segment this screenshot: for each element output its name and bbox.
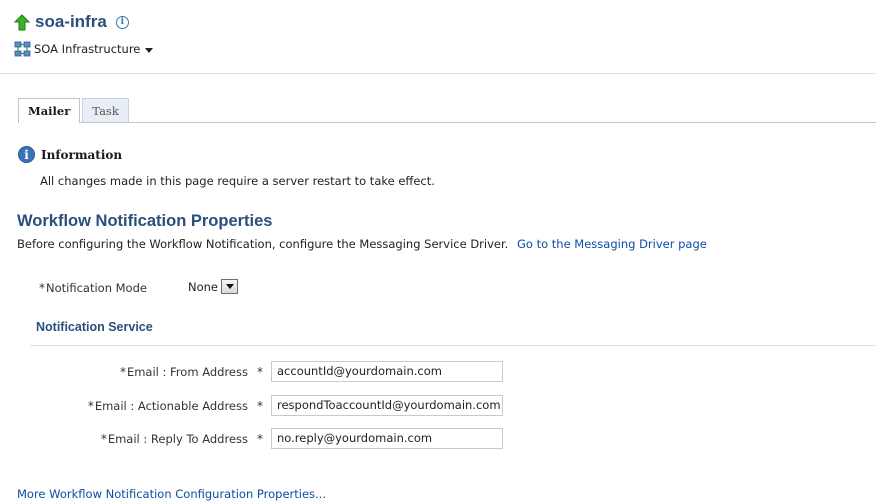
field-marker: * — [257, 364, 263, 379]
information-title: Information — [41, 147, 123, 162]
information-box: i Information — [18, 146, 122, 163]
from-address-label-text: Email : From Address — [126, 364, 248, 379]
notification-service-divider — [30, 345, 876, 346]
notification-mode-label: *Notification Mode — [39, 281, 147, 295]
page-header: soa-infra i — [14, 12, 129, 32]
field-marker: * — [257, 398, 263, 413]
from-address-input[interactable]: accountId@yourdomain.com — [271, 361, 503, 382]
information-message: All changes made in this page require a … — [40, 174, 435, 188]
reply-to-address-label-text: Email : Reply To Address — [107, 431, 248, 446]
reply-to-address-label: *Email : Reply To Address — [18, 432, 248, 446]
notification-mode-label-text: Notification Mode — [46, 281, 147, 295]
required-marker: * — [39, 281, 45, 295]
required-marker: * — [100, 431, 107, 446]
description-text: Before configuring the Workflow Notifica… — [17, 237, 509, 251]
required-marker: * — [119, 364, 126, 379]
notification-mode-select[interactable]: None — [188, 279, 239, 294]
more-properties-link[interactable]: More Workflow Notification Configuration… — [17, 487, 326, 501]
section-description: Before configuring the Workflow Notifica… — [17, 237, 707, 251]
information-icon: i — [18, 146, 35, 163]
dropdown-button[interactable] — [221, 279, 239, 294]
messaging-driver-link[interactable]: Go to the Messaging Driver page — [517, 237, 707, 251]
actionable-address-label: *Email : Actionable Address — [18, 399, 248, 413]
tab-divider — [18, 122, 876, 123]
target-menu-label: SOA Infrastructure — [34, 42, 141, 56]
field-marker: * — [257, 431, 263, 446]
from-address-label: *Email : From Address — [18, 365, 248, 379]
notification-service-title: Notification Service — [36, 320, 153, 334]
tab-bar: Mailer Task — [18, 98, 129, 123]
up-arrow-icon[interactable] — [14, 13, 30, 31]
tab-task[interactable]: Task — [82, 98, 129, 123]
reply-to-address-row: *Email : Reply To Address * no.reply@you… — [18, 428, 503, 449]
soa-infrastructure-icon — [14, 41, 31, 57]
from-address-row: *Email : From Address * accountId@yourdo… — [18, 361, 503, 382]
chevron-down-icon — [225, 284, 234, 289]
chevron-down-icon[interactable] — [145, 47, 154, 53]
required-marker: * — [87, 398, 94, 413]
tab-mailer[interactable]: Mailer — [18, 98, 81, 123]
info-icon[interactable]: i — [115, 15, 129, 29]
reply-to-address-input[interactable]: no.reply@yourdomain.com — [271, 428, 503, 449]
actionable-address-label-text: Email : Actionable Address — [94, 398, 248, 413]
header-divider — [0, 73, 876, 74]
actionable-address-input[interactable]: respondToaccountId@yourdomain.com — [271, 395, 503, 416]
notification-mode-value: None — [188, 279, 219, 294]
target-navigation-menu[interactable]: SOA Infrastructure — [14, 41, 154, 57]
section-title: Workflow Notification Properties — [17, 212, 273, 230]
actionable-address-row: *Email : Actionable Address * respondToa… — [18, 395, 503, 416]
page-title: soa-infra — [35, 12, 107, 31]
